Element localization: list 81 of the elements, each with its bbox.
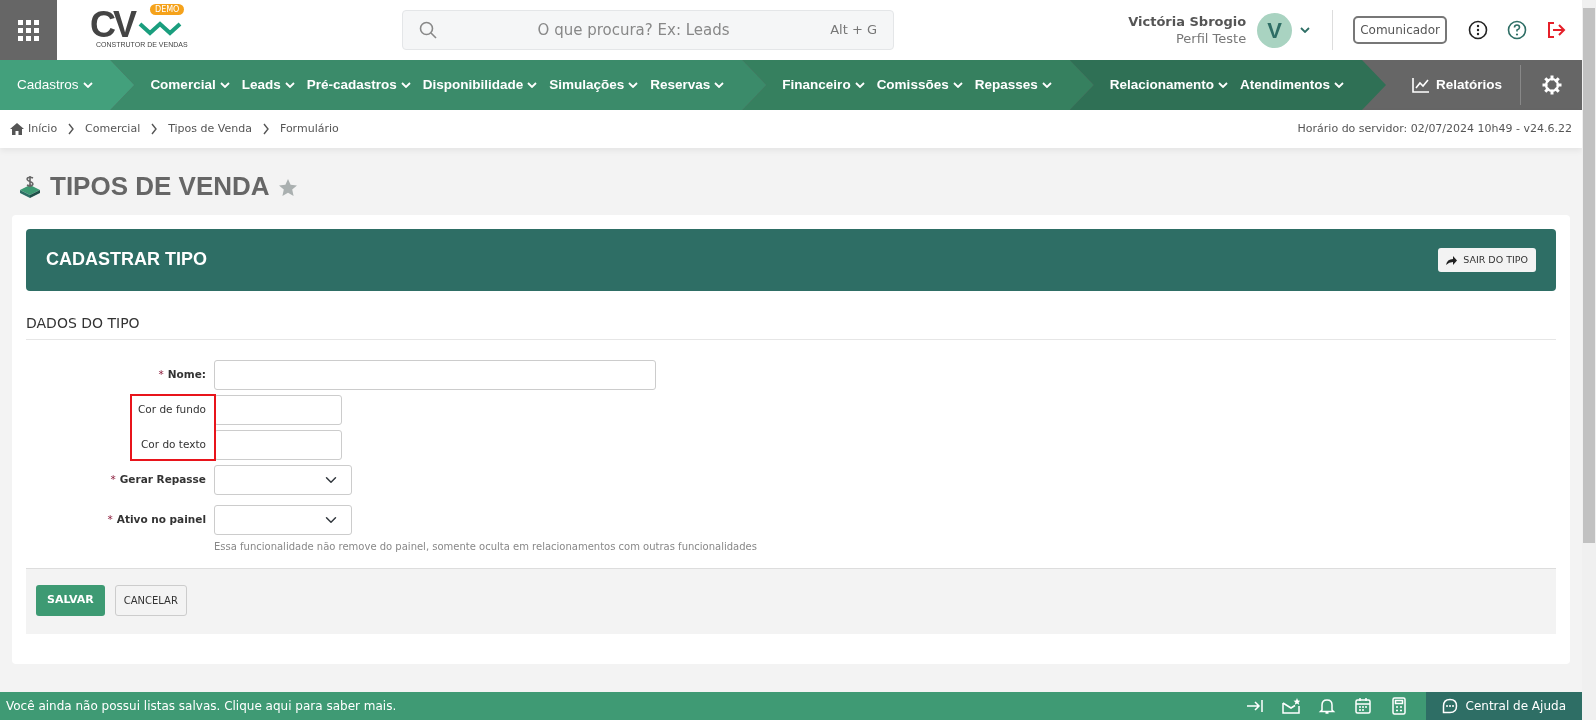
breadcrumb-link[interactable]: Início bbox=[28, 120, 58, 138]
star-icon[interactable] bbox=[277, 177, 298, 197]
menu-item[interactable]: Reservas bbox=[650, 74, 725, 96]
calculator-icon[interactable] bbox=[1389, 697, 1408, 715]
chevron-down-icon bbox=[400, 82, 411, 88]
breadcrumb-link[interactable]: Formulário bbox=[279, 120, 339, 138]
chevron-right-icon bbox=[150, 123, 159, 135]
chevron-down-icon bbox=[628, 82, 639, 88]
chevron-down-icon bbox=[1041, 82, 1052, 88]
field-label: * Ativo no painel bbox=[106, 512, 207, 528]
chevron-down-icon bbox=[1334, 82, 1344, 88]
search-input[interactable]: O que procura? Ex: Leads bbox=[437, 17, 831, 43]
info-icon[interactable] bbox=[1468, 20, 1488, 40]
reports-link[interactable]: Relatórios bbox=[1411, 74, 1502, 96]
server-time: Horário do servidor: 02/07/2024 10h49 - v24.6.22 bbox=[1297, 120, 1572, 137]
settings-icon bbox=[1541, 75, 1562, 95]
chevron-down-icon bbox=[82, 82, 93, 88]
select-field[interactable] bbox=[214, 465, 352, 495]
grid-icon bbox=[18, 19, 39, 41]
page-title: TIPOS DE VENDA bbox=[50, 171, 270, 203]
money-box-icon bbox=[18, 175, 42, 199]
menu-item[interactable]: Financeiro bbox=[782, 74, 865, 96]
save-button[interactable]: SALVAR bbox=[36, 585, 105, 616]
menu-item[interactable]: Disponibilidade bbox=[422, 74, 538, 96]
logo-text: CV bbox=[90, 9, 134, 40]
calendar-icon[interactable] bbox=[1353, 697, 1372, 715]
chevron-down-icon bbox=[284, 82, 295, 88]
user-profile: Perfil Teste bbox=[1174, 30, 1247, 47]
menu-item[interactable]: Atendimentos bbox=[1240, 74, 1344, 96]
apps-menu-button[interactable] bbox=[0, 0, 57, 60]
menu-item[interactable]: Pré-cadastros bbox=[306, 74, 411, 96]
chevron-down-icon bbox=[1218, 82, 1228, 88]
chevron-right-icon bbox=[67, 123, 76, 135]
menu-item[interactable]: Cadastros bbox=[17, 74, 93, 96]
menu-item[interactable]: Leads bbox=[241, 74, 295, 96]
logo-wave-icon bbox=[138, 19, 182, 36]
search-icon bbox=[419, 21, 437, 39]
demo-badge: DEMO bbox=[150, 3, 185, 15]
help-text: Essa funcionalidade não remove do painel, somente oculta em relacionamentos com outras funcionalidades bbox=[214, 540, 758, 554]
saved-lists-link[interactable]: Você ainda não possui listas salvas. Clique aqui para saber mais. bbox=[0, 697, 397, 715]
help-icon[interactable] bbox=[1507, 20, 1527, 40]
field-label: Cor de fundo bbox=[137, 402, 207, 418]
cancel-button[interactable]: CANCELAR bbox=[114, 585, 187, 616]
field-label: * Gerar Repasse bbox=[109, 472, 207, 488]
chevron-down-icon bbox=[854, 82, 865, 88]
menu-item[interactable]: Simulações bbox=[549, 74, 639, 96]
communicator-button[interactable]: Comunicador bbox=[1353, 16, 1447, 44]
menu-item[interactable]: Repasses bbox=[974, 74, 1052, 96]
bell-icon[interactable] bbox=[1317, 697, 1336, 715]
breadcrumb-link[interactable]: Tipos de Venda bbox=[168, 120, 252, 138]
line-chart-icon bbox=[1411, 77, 1430, 93]
chevron-down-icon bbox=[527, 82, 538, 88]
shortcut-hint: Alt + G bbox=[830, 21, 877, 40]
chevron-right-icon bbox=[261, 123, 270, 135]
chevron-down-icon bbox=[219, 82, 230, 88]
search-field[interactable]: O que procura? Ex: Leads Alt + G bbox=[402, 10, 894, 50]
chat-bubble-icon bbox=[1441, 698, 1458, 714]
home-icon bbox=[10, 123, 24, 135]
chevron-down-icon bbox=[952, 82, 963, 88]
chevron-down-icon bbox=[714, 82, 725, 88]
chevron-down-icon[interactable] bbox=[1300, 27, 1311, 33]
breadcrumb-link[interactable]: Comercial bbox=[85, 120, 141, 138]
menu-item[interactable]: Relacionamento bbox=[1109, 74, 1228, 96]
field-label: * Nome: bbox=[157, 367, 207, 383]
menu-item[interactable]: Comercial bbox=[150, 74, 230, 96]
logout-icon[interactable] bbox=[1546, 20, 1566, 40]
share-arrow-icon bbox=[1446, 255, 1458, 265]
user-name: Victória Sbrogio bbox=[1128, 13, 1247, 30]
help-center-button[interactable]: Central de Ajuda bbox=[1425, 692, 1582, 720]
field-label: Cor do texto bbox=[140, 437, 207, 453]
envelope-star-icon[interactable] bbox=[1281, 697, 1300, 715]
text-input-field[interactable] bbox=[214, 360, 656, 390]
color-input-field[interactable] bbox=[214, 430, 342, 460]
exit-button[interactable]: SAIR DO TIPO bbox=[1438, 247, 1536, 273]
color-input-field[interactable] bbox=[214, 395, 342, 425]
menu-item[interactable]: Comissões bbox=[876, 74, 963, 96]
collapse-arrow-icon[interactable] bbox=[1245, 697, 1264, 715]
user-avatar[interactable]: V bbox=[1257, 12, 1293, 48]
card-title: CADASTRAR TIPO bbox=[46, 249, 207, 271]
select-field[interactable] bbox=[214, 505, 352, 535]
section-title: DADOS DO TIPO bbox=[26, 291, 1556, 340]
